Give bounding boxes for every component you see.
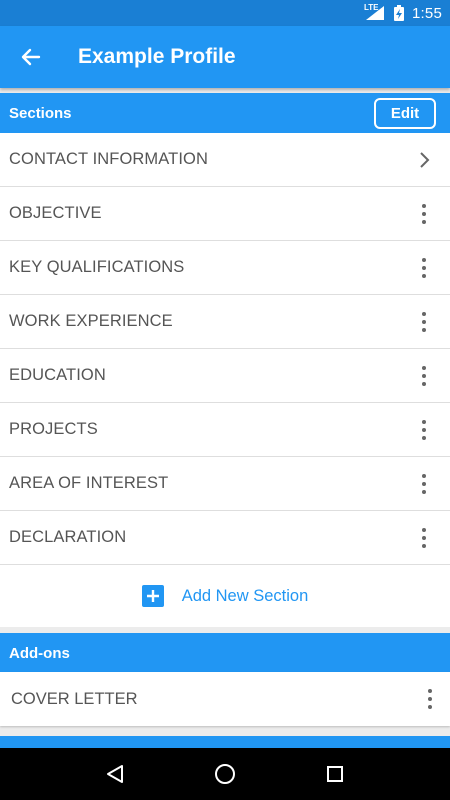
section-item-label: KEY QUALIFICATIONS — [9, 258, 185, 276]
page-title: Example Profile — [78, 45, 236, 68]
section-item-label: CONTACT INFORMATION — [9, 150, 208, 168]
nav-recents-icon[interactable] — [315, 754, 355, 794]
section-item-work-experience[interactable]: WORK EXPERIENCE — [0, 295, 450, 349]
more-vert-icon[interactable] — [412, 364, 436, 388]
app-bar: Example Profile — [0, 26, 450, 88]
section-item-contact-information[interactable]: CONTACT INFORMATION — [0, 133, 450, 187]
next-section-header-strip — [0, 736, 450, 748]
more-vert-icon[interactable] — [412, 310, 436, 334]
addon-item-cover-letter[interactable]: COVER LETTER — [0, 672, 450, 726]
more-vert-icon[interactable] — [412, 256, 436, 280]
plus-icon — [141, 585, 164, 607]
section-item-label: AREA OF INTEREST — [9, 474, 169, 492]
section-item-declaration[interactable]: DECLARATION — [0, 511, 450, 565]
addons-header: Add-ons — [0, 633, 450, 673]
sections-list: CONTACT INFORMATION OBJECTIVE KEY QUALIF… — [0, 133, 450, 627]
section-item-education[interactable]: EDUCATION — [0, 349, 450, 403]
section-item-label: WORK EXPERIENCE — [9, 312, 173, 330]
more-vert-icon[interactable] — [412, 472, 436, 496]
sections-header-label: Sections — [9, 104, 72, 122]
addons-header-label: Add-ons — [9, 644, 70, 662]
section-item-label: DECLARATION — [9, 528, 127, 546]
addon-item-label: COVER LETTER — [11, 689, 138, 708]
nav-back-icon[interactable] — [95, 754, 135, 794]
edit-button[interactable]: Edit — [374, 97, 436, 129]
section-item-projects[interactable]: PROJECTS — [0, 403, 450, 457]
section-item-objective[interactable]: OBJECTIVE — [0, 187, 450, 241]
arrow-back-icon[interactable] — [0, 26, 62, 88]
more-vert-icon[interactable] — [412, 526, 436, 550]
add-new-section-button[interactable]: Add New Section — [0, 565, 450, 627]
section-item-label: PROJECTS — [9, 420, 98, 438]
section-item-key-qualifications[interactable]: KEY QUALIFICATIONS — [0, 241, 450, 295]
section-item-area-of-interest[interactable]: AREA OF INTEREST — [0, 457, 450, 511]
app-root: LTE 1:55 Example Profile Sections Edit C… — [0, 0, 450, 800]
section-item-label: OBJECTIVE — [9, 204, 102, 222]
sections-header: Sections Edit — [0, 93, 450, 133]
section-item-label: EDUCATION — [9, 366, 106, 384]
clock: 1:55 — [412, 4, 442, 22]
more-vert-icon[interactable] — [412, 202, 436, 226]
system-nav-bar — [0, 748, 450, 800]
more-vert-icon[interactable] — [412, 418, 436, 442]
chevron-right-icon — [412, 148, 436, 172]
status-bar: LTE 1:55 — [0, 0, 450, 26]
signal-icon: LTE — [364, 3, 386, 22]
battery-icon — [394, 5, 404, 21]
add-new-section-label: Add New Section — [181, 586, 309, 605]
more-vert-icon[interactable] — [428, 689, 432, 709]
nav-home-icon[interactable] — [205, 754, 245, 794]
